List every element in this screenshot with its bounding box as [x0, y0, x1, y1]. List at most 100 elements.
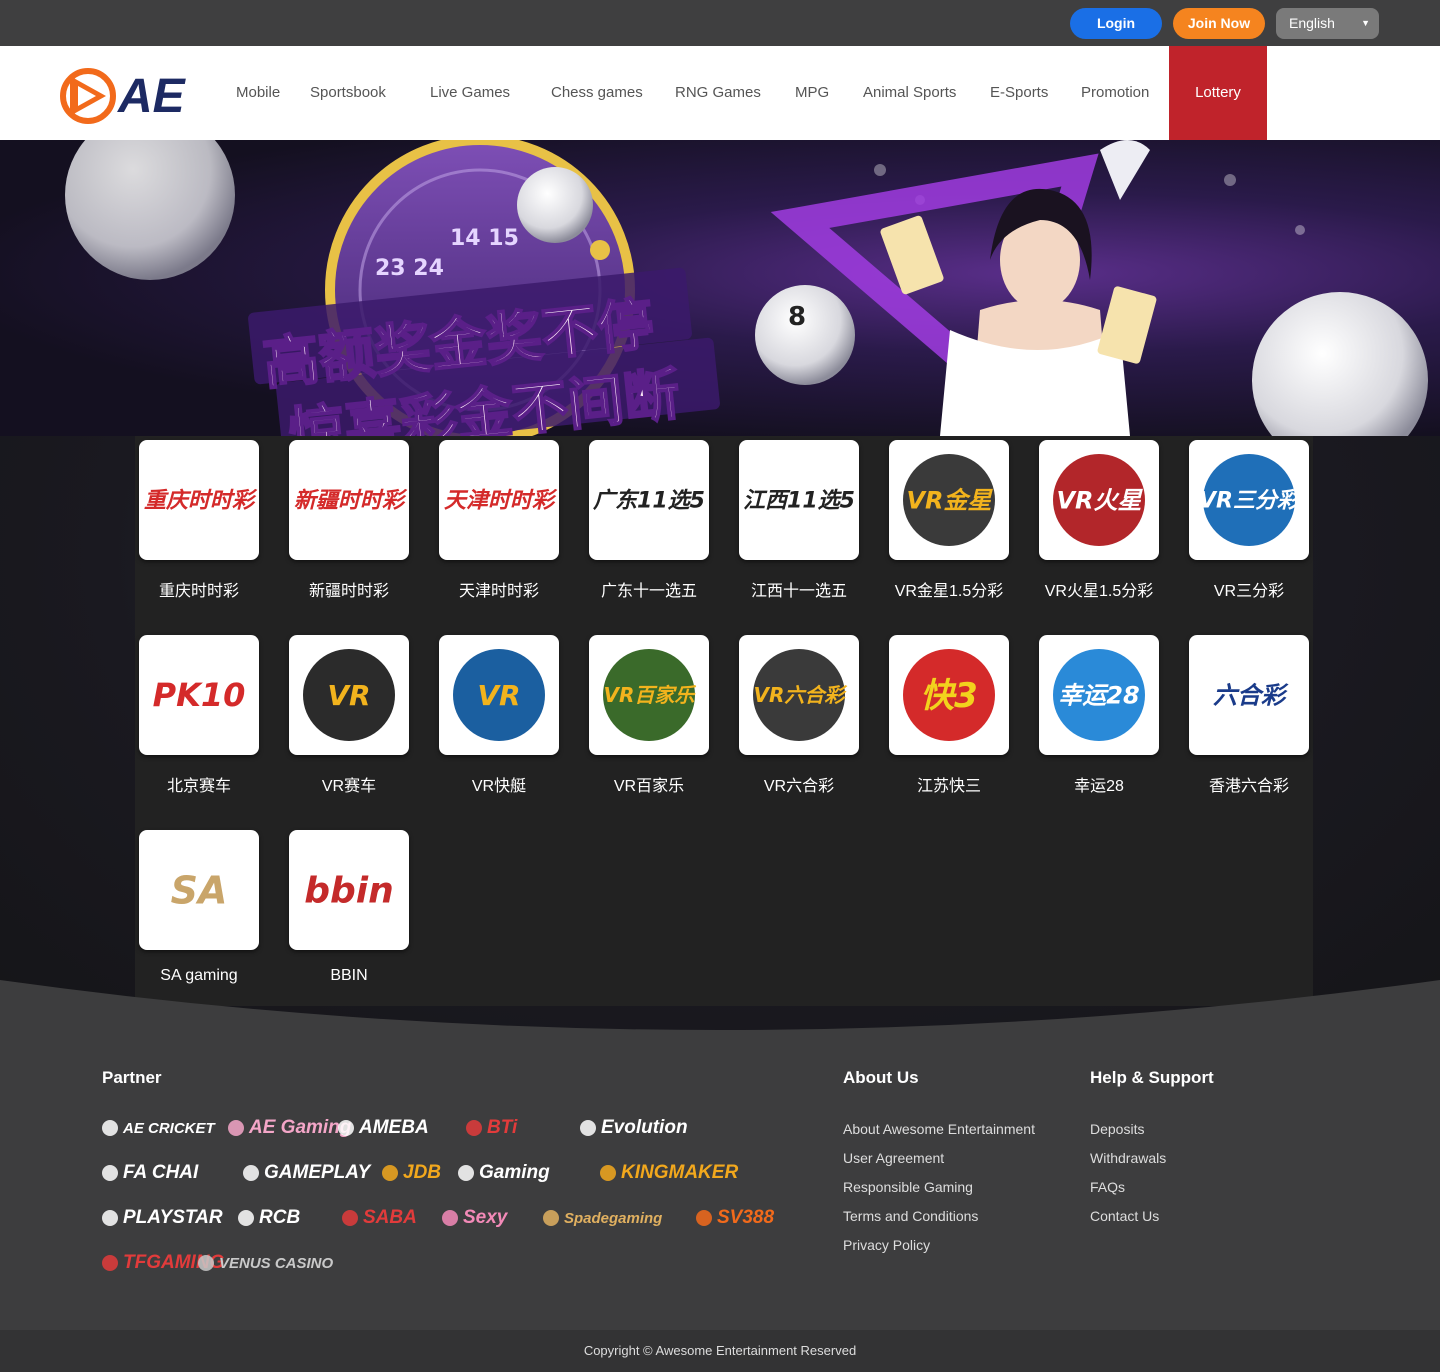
partner-logo[interactable]: AMEBA [338, 1110, 429, 1146]
footer-about-link[interactable]: User Agreement [843, 1150, 944, 1166]
partner-logo[interactable]: Evolution [580, 1110, 688, 1146]
partner-logo[interactable]: JDB [382, 1155, 441, 1191]
game-tile[interactable]: VR [439, 635, 559, 755]
svg-text:江西11选5: 江西11选5 [743, 489, 855, 514]
partner-name: VENUS CASINO [219, 1254, 334, 1272]
footer-about-link[interactable]: Responsible Gaming [843, 1179, 973, 1195]
join-now-button[interactable]: Join Now [1173, 8, 1265, 39]
game-tile[interactable]: PK10 [139, 635, 259, 755]
footer-help-link[interactable]: Deposits [1090, 1121, 1144, 1137]
game-tile[interactable]: VR金星 [889, 440, 1009, 560]
game-label: 天津时时彩 [458, 583, 539, 600]
game-tile[interactable]: SA [139, 830, 259, 950]
svg-text:VR火星: VR火星 [1056, 486, 1143, 514]
partner-logo[interactable]: RCB [238, 1200, 300, 1236]
partner-mark-icon [466, 1120, 482, 1136]
svg-text:VR三分彩: VR三分彩 [1199, 489, 1303, 514]
game-tile[interactable]: 天津时时彩 [439, 440, 559, 560]
game-tile[interactable]: 重庆时时彩 [139, 440, 259, 560]
vr-boat-logo-icon: VR [453, 649, 545, 741]
partner-mark-icon [102, 1120, 118, 1136]
site-header: AE Mobile Sportsbook Live Games Chess games… [0, 46, 1440, 140]
nav-animal-sports[interactable]: Animal Sports [863, 46, 956, 140]
footer-about-link[interactable]: Terms and Conditions [843, 1208, 978, 1224]
partner-mark-icon [543, 1210, 559, 1226]
language-select[interactable]: English ▼ [1276, 8, 1379, 39]
partner-logo[interactable]: AE CRICKET [102, 1110, 215, 1146]
nav-lottery[interactable]: Lottery [1169, 46, 1267, 140]
game-tile[interactable]: VR [289, 635, 409, 755]
partner-logo[interactable]: SABA [342, 1200, 417, 1236]
game-tile[interactable]: VR火星 [1039, 440, 1159, 560]
login-button[interactable]: Login [1070, 8, 1162, 39]
nav-mobile[interactable]: Mobile [236, 46, 280, 140]
game-tile[interactable]: VR三分彩 [1189, 440, 1309, 560]
partner-name: JDB [403, 1162, 442, 1183]
partner-logo[interactable]: Gaming [458, 1155, 550, 1191]
tj-ssc-logo-icon: 天津时时彩 [444, 489, 558, 514]
game-label: 北京赛车 [166, 778, 231, 795]
vr-3min-logo-icon: VR三分彩 [1199, 454, 1303, 546]
game-tile[interactable]: 广东11选5 [589, 440, 709, 560]
partner-logo[interactable]: SV388 [696, 1200, 774, 1236]
partner-logo[interactable]: AE Gaming [228, 1110, 351, 1146]
vr-mars-logo-icon: VR火星 [1053, 454, 1145, 546]
partner-name: AE Gaming [249, 1117, 352, 1138]
game-label: 广东十一选五 [600, 583, 697, 600]
game-tile[interactable]: 快3 [889, 635, 1009, 755]
game-tile[interactable]: VR六合彩 [739, 635, 859, 755]
top-utility-bar: Login Join Now English ▼ [0, 0, 1440, 46]
nav-e-sports[interactable]: E-Sports [990, 46, 1048, 140]
game-label: VR六合彩 [763, 778, 835, 795]
game-label: 新疆时时彩 [308, 583, 389, 600]
nav-live-games[interactable]: Live Games [430, 46, 510, 140]
partner-name: Sexy [463, 1207, 508, 1228]
footer-help-link[interactable]: Contact Us [1090, 1208, 1159, 1224]
partner-mark-icon [458, 1165, 474, 1181]
partner-name: RCB [259, 1207, 301, 1228]
partner-logo[interactable]: GAMEPLAY [243, 1155, 370, 1191]
partner-logo[interactable]: BTi [466, 1110, 517, 1146]
game-tile[interactable]: bbin [289, 830, 409, 950]
partner-logo[interactable]: FA CHAI [102, 1155, 198, 1191]
partner-mark-icon [580, 1120, 596, 1136]
game-tile[interactable]: 六合彩 [1189, 635, 1309, 755]
section-divider-curve [0, 980, 1440, 1040]
nav-rng-games[interactable]: RNG Games [675, 46, 761, 140]
svg-text:bbin: bbin [304, 871, 394, 912]
footer-help-link[interactable]: FAQs [1090, 1179, 1125, 1195]
partner-name: Gaming [479, 1162, 550, 1183]
partner-name: SABA [363, 1207, 417, 1228]
game-label: 幸运28 [1074, 778, 1124, 795]
footer-about-link[interactable]: Privacy Policy [843, 1237, 930, 1253]
vr-venus-logo-icon: VR金星 [903, 454, 995, 546]
game-label: VR三分彩 [1213, 583, 1285, 600]
footer-help-link[interactable]: Withdrawals [1090, 1150, 1166, 1166]
game-tile[interactable]: VR百家乐 [589, 635, 709, 755]
partner-mark-icon [102, 1165, 118, 1181]
game-label: VR快艇 [471, 778, 527, 795]
partner-mark-icon [338, 1120, 354, 1136]
partner-name: GAMEPLAY [264, 1162, 371, 1183]
partner-logo[interactable]: KINGMAKER [600, 1155, 738, 1191]
svg-text:幸运28: 幸运28 [1058, 681, 1139, 709]
game-tile[interactable]: 新疆时时彩 [289, 440, 409, 560]
footer-about-link[interactable]: About Awesome Entertainment [843, 1121, 1035, 1137]
nav-promotion[interactable]: Promotion [1081, 46, 1149, 140]
game-tile[interactable]: 江西11选5 [739, 440, 859, 560]
partner-mark-icon [198, 1255, 214, 1271]
partner-logo[interactable]: VENUS CASINO [198, 1245, 333, 1281]
nav-mpg[interactable]: MPG [795, 46, 829, 140]
ae-logo[interactable]: AE [58, 60, 198, 126]
partner-logo[interactable]: PLAYSTAR [102, 1200, 223, 1236]
nav-sportsbook[interactable]: Sportsbook [310, 46, 386, 140]
partner-mark-icon [102, 1255, 118, 1271]
partner-logo[interactable]: Sexy [442, 1200, 507, 1236]
help-heading: Help & Support [1090, 1068, 1214, 1087]
game-tile[interactable]: 幸运28 [1039, 635, 1159, 755]
game-label: 重庆时时彩 [158, 583, 239, 600]
nav-chess-games[interactable]: Chess games [551, 46, 643, 140]
svg-text:8: 8 [788, 302, 806, 332]
partner-logo[interactable]: Spadegaming [543, 1200, 662, 1236]
game-label: VR赛车 [321, 778, 377, 795]
